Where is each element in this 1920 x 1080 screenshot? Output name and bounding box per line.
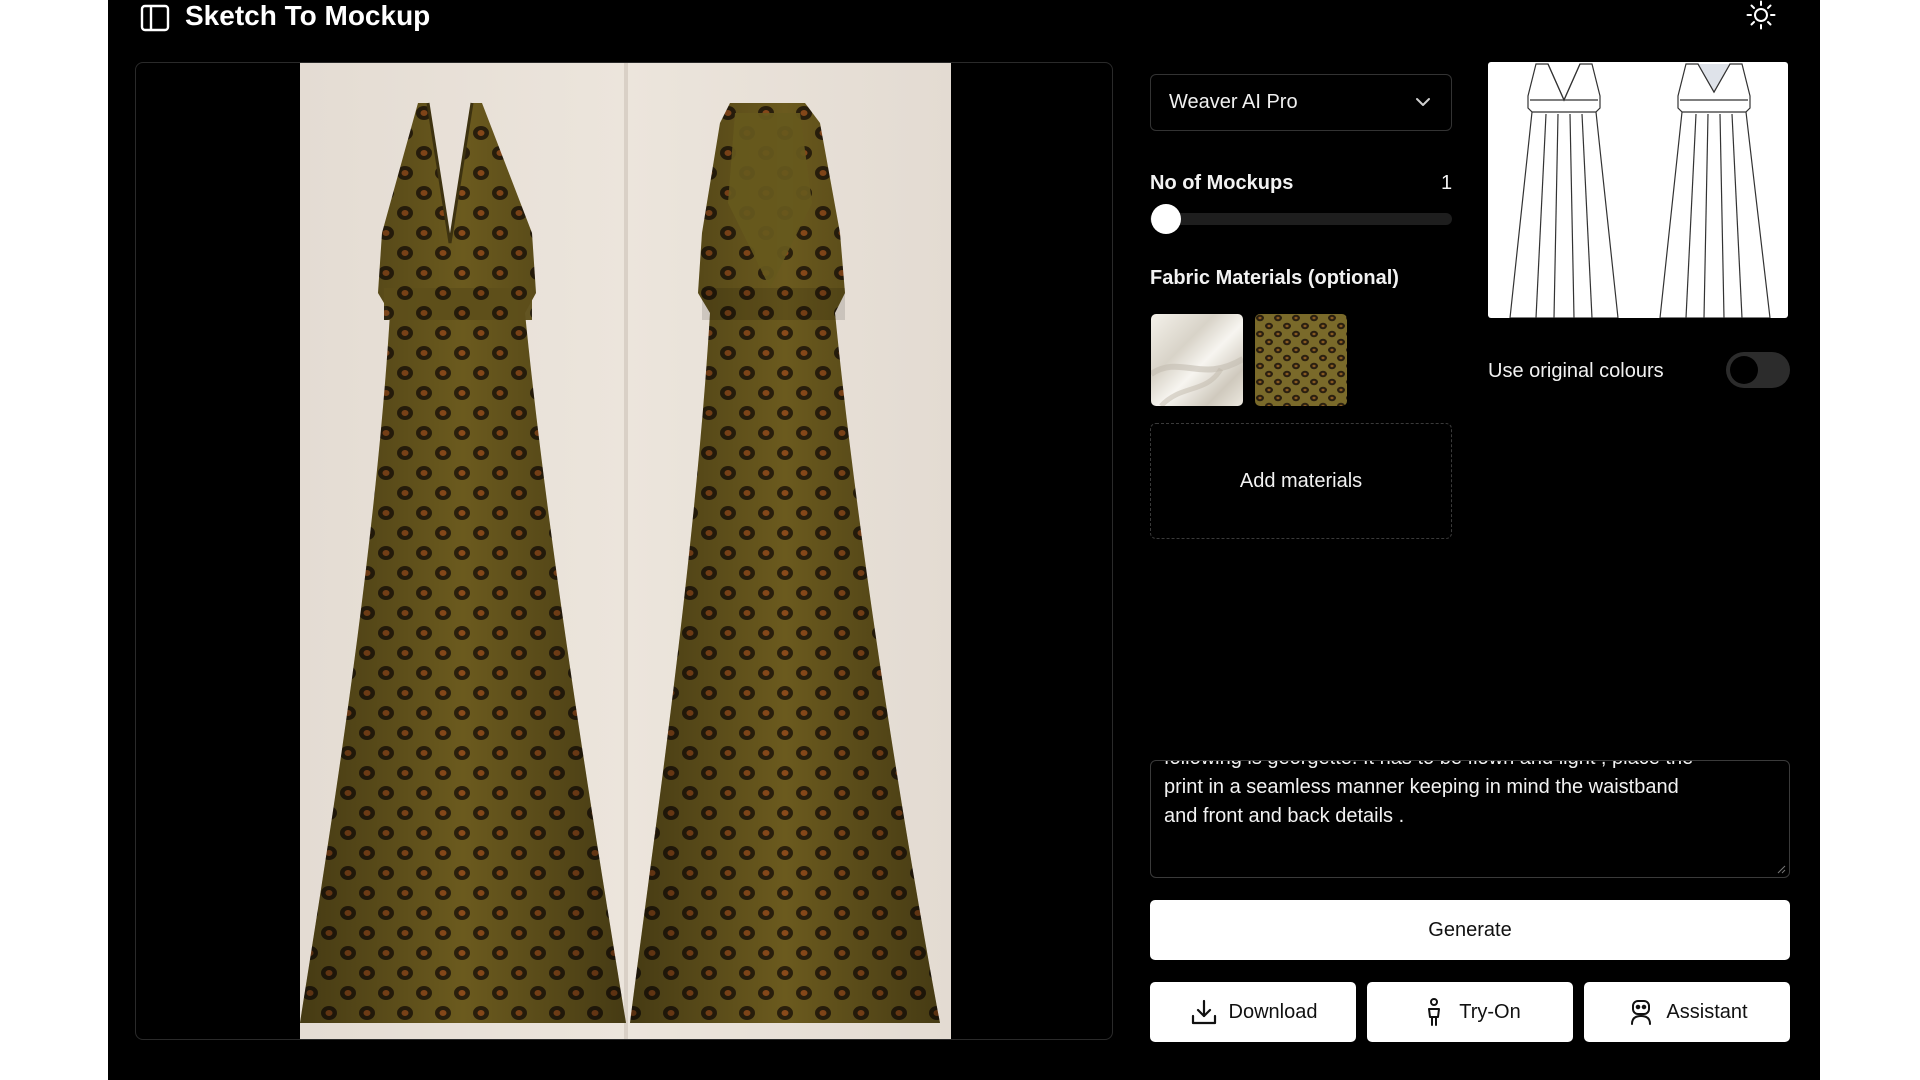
mockups-slider-track[interactable]	[1150, 213, 1452, 225]
mockup-preview-panel	[135, 62, 1113, 1040]
download-label: Download	[1228, 1000, 1318, 1023]
assistant-robot-icon	[1631, 1000, 1652, 1025]
sketch-to-mockup-app: Sketch To Mockup Weaver AI Pro No of Moc…	[108, 0, 1820, 1080]
prompt-textarea[interactable]: following is georgette. It has to be flo…	[1150, 760, 1790, 878]
try-on-label: Try-On	[1459, 1000, 1521, 1023]
white-georgette-swatch[interactable]	[1151, 314, 1243, 406]
dress-mockup-image	[300, 63, 951, 1039]
sidebar-panel-icon[interactable]	[140, 4, 170, 32]
use-original-colours-label: Use original colours	[1488, 360, 1664, 382]
assistant-button[interactable]: Assistant	[1584, 982, 1790, 1042]
resize-grip-icon[interactable]	[1776, 864, 1786, 874]
try-on-button[interactable]: Try-On	[1367, 982, 1573, 1042]
fabric-materials-label: Fabric Materials (optional)	[1150, 267, 1399, 289]
leopard-print-swatch[interactable]	[1255, 314, 1347, 406]
model-select-value: Weaver AI Pro	[1169, 91, 1298, 113]
add-materials-button[interactable]: Add materials	[1150, 423, 1452, 539]
prompt-text: following is georgette. It has to be flo…	[1164, 761, 1693, 827]
model-select[interactable]: Weaver AI Pro	[1150, 74, 1452, 131]
mockups-slider-thumb[interactable]	[1151, 204, 1181, 234]
chevron-down-icon	[1415, 94, 1431, 112]
page-title: Sketch To Mockup	[185, 0, 431, 31]
generate-button[interactable]: Generate	[1150, 900, 1790, 960]
mockups-count: 1	[1441, 172, 1453, 194]
sun-icon[interactable]	[1746, 0, 1776, 30]
person-icon	[1428, 998, 1441, 1026]
use-original-colours-toggle[interactable]	[1726, 352, 1790, 388]
mockups-label: No of Mockups	[1150, 172, 1294, 194]
download-button[interactable]: Download	[1150, 982, 1356, 1042]
dress-sketch-image	[1488, 62, 1788, 318]
assistant-label: Assistant	[1666, 1000, 1748, 1023]
toggle-knob	[1730, 356, 1758, 384]
download-icon	[1191, 999, 1216, 1025]
